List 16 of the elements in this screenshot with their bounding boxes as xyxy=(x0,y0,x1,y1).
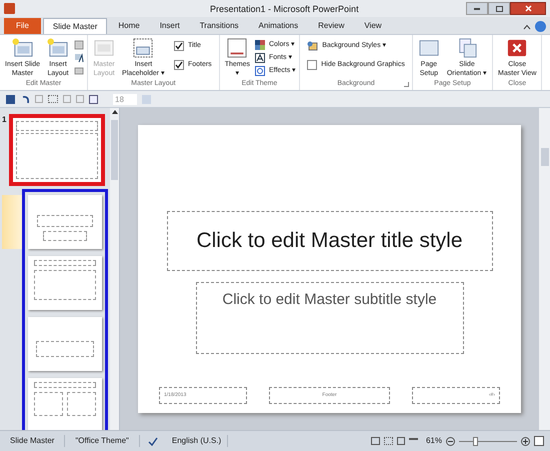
ribbon-tab[interactable]: Insert xyxy=(150,18,189,34)
ribbon-tab[interactable]: View xyxy=(355,18,391,34)
file-tab[interactable]: File xyxy=(4,18,41,34)
ribbon-tab[interactable]: Transitions xyxy=(190,18,248,34)
status-language[interactable]: English (U.S.) xyxy=(166,435,228,447)
zoom-percent[interactable]: 61% xyxy=(426,435,442,447)
ribbon-tab[interactable]: Review xyxy=(309,18,354,34)
status-view: Slide Master xyxy=(0,435,66,447)
window-title: Presentation1 - Microsoft PowerPoint xyxy=(210,3,359,16)
title-placeholder[interactable]: Click to edit Master title style xyxy=(166,211,492,271)
ribbon-tab[interactable]: Home xyxy=(109,18,149,34)
ribbon-tab[interactable]: Slide Master xyxy=(42,18,108,34)
status-theme: "Office Theme" xyxy=(65,435,140,447)
ribbon-tab[interactable]: Animations xyxy=(250,18,308,34)
slide-number: 1 xyxy=(2,114,6,126)
subtitle-placeholder[interactable]: Click to edit Master subtitle style xyxy=(196,282,464,354)
